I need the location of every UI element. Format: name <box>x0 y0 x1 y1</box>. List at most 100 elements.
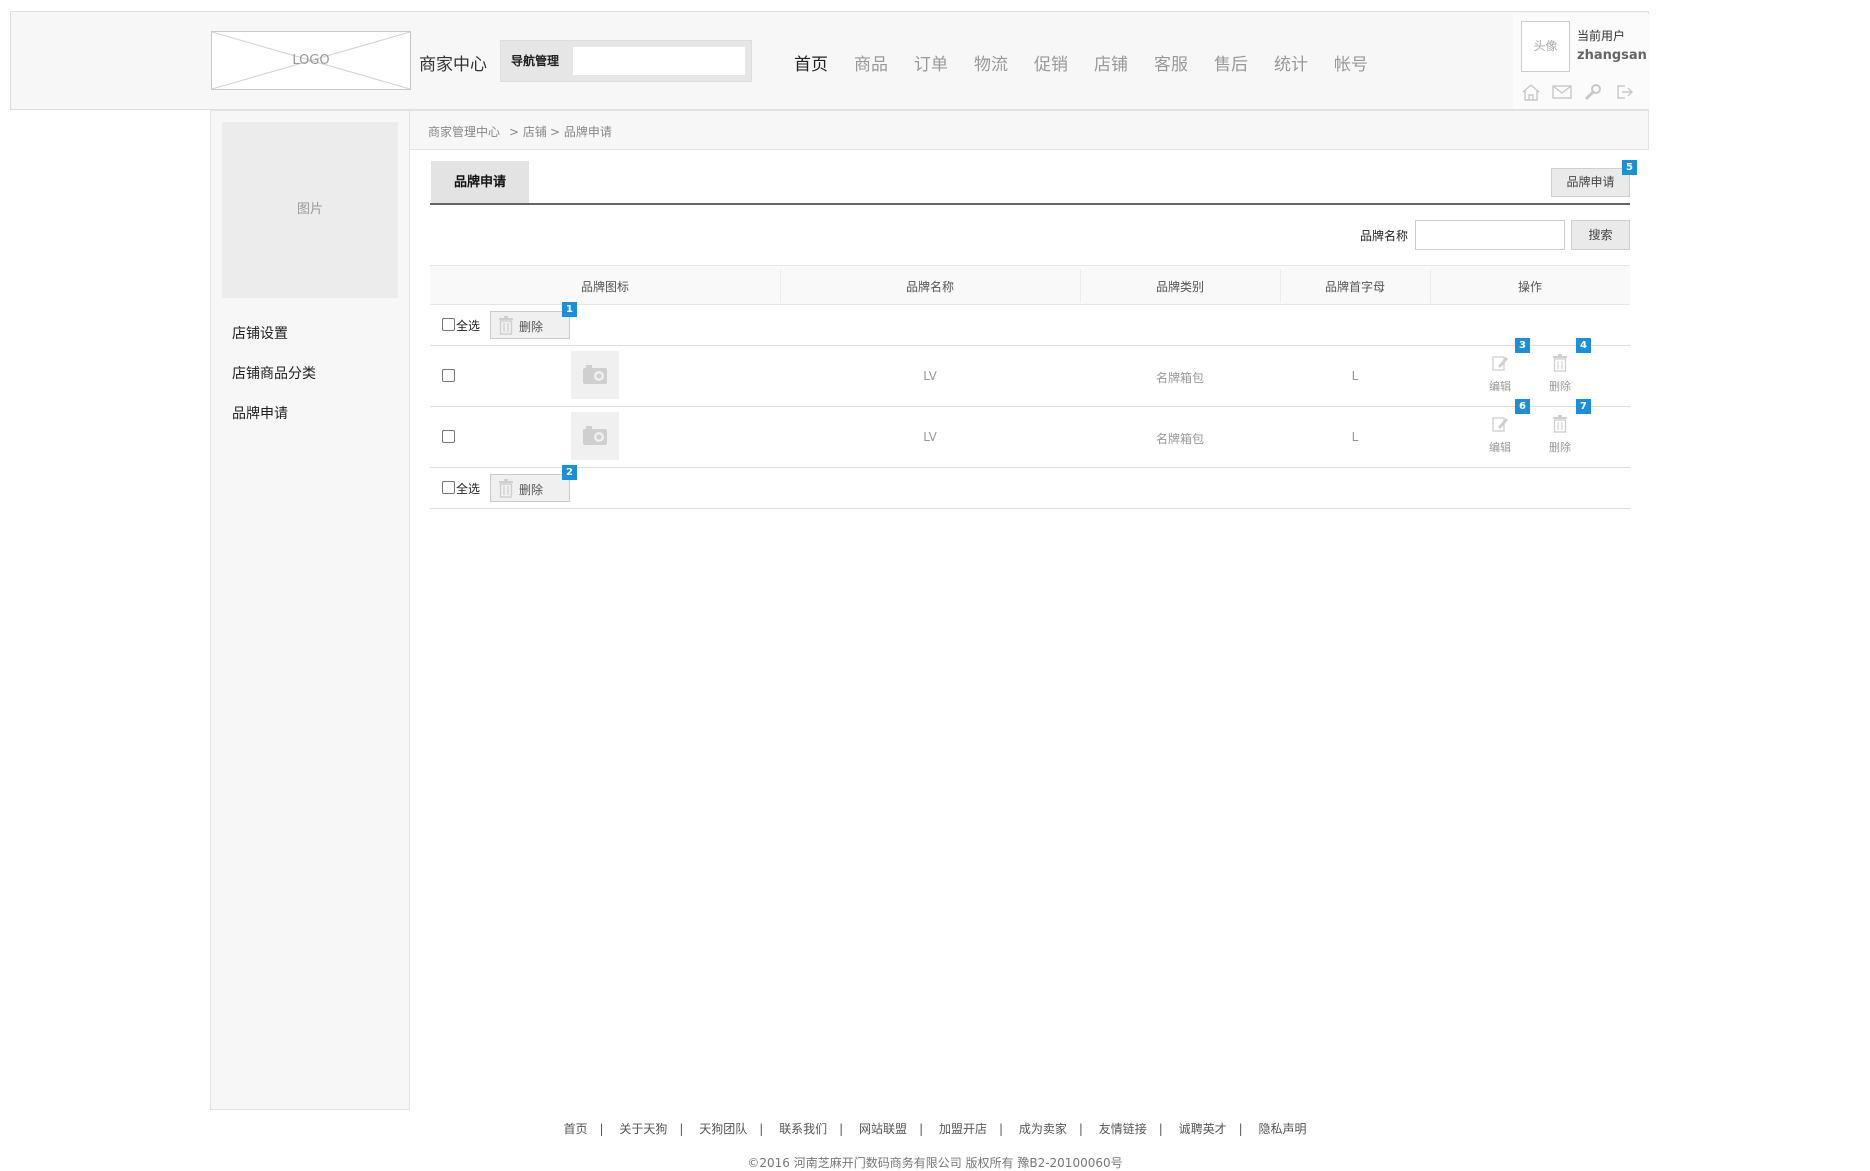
brand-name-cell: LV <box>923 369 937 383</box>
marker-4: 4 <box>1576 338 1591 353</box>
footer-link[interactable]: 友情链接 <box>1099 1122 1147 1136</box>
edit-button[interactable]: 编辑 <box>1480 415 1520 455</box>
delete-button[interactable]: 删除 <box>1540 354 1580 394</box>
breadcrumb: 商家管理中心 > 店铺 > 品牌申请 <box>410 110 1649 150</box>
tab-brand-apply[interactable]: 品牌申请 <box>431 161 529 204</box>
col-brand-name: 品牌名称 <box>905 280 955 294</box>
edit-button[interactable]: 编辑 <box>1480 354 1520 394</box>
trash-icon <box>1553 354 1567 372</box>
edit-label: 编辑 <box>1489 441 1511 454</box>
nav-goods[interactable]: 商品 <box>854 50 914 75</box>
footer-link[interactable]: 网站联盟 <box>859 1122 907 1136</box>
bulk-delete-label-bottom: 删除 <box>519 483 544 497</box>
col-separator <box>780 269 781 303</box>
footer-separator: | <box>679 1122 684 1136</box>
bulk-delete-label-top: 删除 <box>519 320 544 334</box>
trash-icon <box>1553 415 1567 433</box>
edit-icon <box>1492 356 1508 371</box>
camera-icon <box>583 426 607 445</box>
col-separator <box>1080 269 1081 303</box>
select-all-label-bottom: 全选 <box>456 482 481 496</box>
brand-initial-cell: L <box>1351 369 1359 383</box>
row-divider <box>430 406 1630 407</box>
user-icons <box>1520 82 1644 102</box>
tab-divider <box>430 203 1630 205</box>
brand-thumbnail[interactable] <box>571 351 619 399</box>
wrench-icon[interactable] <box>1582 82 1613 102</box>
sidebar-item-store-settings[interactable]: 店铺设置 <box>232 323 288 343</box>
col-brand-icon: 品牌图标 <box>580 280 630 294</box>
footer-separator: | <box>1078 1122 1083 1136</box>
nav-account[interactable]: 帐号 <box>1334 50 1394 75</box>
search-button[interactable]: 搜索 <box>1571 220 1630 250</box>
row-checkbox[interactable] <box>442 369 455 382</box>
footer-link[interactable]: 隐私声明 <box>1259 1122 1307 1136</box>
search-label: 品牌名称 <box>1360 229 1409 243</box>
footer-link[interactable]: 联系我们 <box>779 1122 827 1136</box>
edit-icon <box>1492 417 1508 432</box>
marker-2: 2 <box>562 465 577 480</box>
breadcrumb-current: > 品牌申请 <box>550 125 612 139</box>
username: zhangsan <box>1577 48 1647 63</box>
brand-apply-button[interactable]: 品牌申请 <box>1551 168 1630 197</box>
marker-3: 3 <box>1515 338 1530 353</box>
col-actions: 操作 <box>1517 280 1543 294</box>
home-icon[interactable] <box>1520 82 1551 102</box>
footer-link[interactable]: 成为卖家 <box>1019 1122 1067 1136</box>
col-separator <box>1280 269 1281 303</box>
bulk-delete-button-bottom[interactable]: 删除 <box>490 474 570 502</box>
footer-link[interactable]: 首页 <box>563 1122 587 1136</box>
brand-category-cell: 名牌箱包 <box>1155 432 1205 446</box>
mail-icon[interactable] <box>1551 82 1582 102</box>
top-header: LOGO 商家中心 导航管理 首页 商品 订单 物流 促销 店铺 客服 售后 统… <box>10 11 1650 110</box>
marker-6: 6 <box>1515 399 1530 414</box>
bulk-delete-button-top[interactable]: 删除 <box>490 311 570 339</box>
nav-promotion[interactable]: 促销 <box>1034 50 1094 75</box>
select-all-checkbox-bottom[interactable] <box>442 481 455 494</box>
logout-icon[interactable] <box>1613 82 1644 102</box>
nav-store[interactable]: 店铺 <box>1094 50 1154 75</box>
footer-link[interactable]: 关于天狗 <box>619 1122 667 1136</box>
row-divider <box>430 345 1630 346</box>
logo-text: LOGO <box>292 53 330 68</box>
nav-orders[interactable]: 订单 <box>914 50 974 75</box>
select-all-label-top: 全选 <box>456 319 481 333</box>
user-box: 头像 当前用户 zhangsan <box>1513 14 1650 109</box>
nav-home[interactable]: 首页 <box>794 50 854 75</box>
nav-aftersale[interactable]: 售后 <box>1214 50 1274 75</box>
footer-separator: | <box>919 1122 924 1136</box>
main-nav: 首页 商品 订单 物流 促销 店铺 客服 售后 统计 帐号 <box>794 50 1394 75</box>
sidebar-item-store-categories[interactable]: 店铺商品分类 <box>232 363 316 383</box>
breadcrumb-store[interactable]: > 店铺 <box>509 123 547 140</box>
marker-7: 7 <box>1576 399 1591 414</box>
edit-label: 编辑 <box>1489 380 1511 393</box>
footer-link[interactable]: 天狗团队 <box>699 1122 747 1136</box>
footer-separator: | <box>759 1122 764 1136</box>
camera-icon <box>583 365 607 384</box>
avatar[interactable]: 头像 <box>1521 21 1570 72</box>
select-all-checkbox-top[interactable] <box>442 318 455 331</box>
footer-separator: | <box>1238 1122 1243 1136</box>
footer-separator: | <box>599 1122 604 1136</box>
nav-logistics[interactable]: 物流 <box>974 50 1034 75</box>
brand-name-search-input[interactable] <box>1415 220 1565 250</box>
left-sidebar: 图片 店铺设置 店铺商品分类 品牌申请 <box>210 110 410 1110</box>
logo[interactable]: LOGO <box>211 31 411 90</box>
nav-service[interactable]: 客服 <box>1154 50 1214 75</box>
footer-links: 首页 | 关于天狗 | 天狗团队 | 联系我们 | 网站联盟 | 加盟开店 | 成为卖家 | … <box>0 1120 1870 1137</box>
delete-label: 删除 <box>1549 380 1571 393</box>
nav-statistics[interactable]: 统计 <box>1274 50 1334 75</box>
row-checkbox[interactable] <box>442 430 455 443</box>
brand-thumbnail[interactable] <box>571 412 619 460</box>
marker-1: 1 <box>562 302 577 317</box>
nav-management-input[interactable] <box>572 46 746 76</box>
nav-management: 导航管理 <box>500 40 752 82</box>
footer-link[interactable]: 加盟开店 <box>939 1122 987 1136</box>
sidebar-item-brand-apply[interactable]: 品牌申请 <box>232 403 288 423</box>
table-header: 品牌图标 品牌名称 品牌类别 品牌首字母 操作 <box>430 265 1630 305</box>
breadcrumb-root[interactable]: 商家管理中心 <box>428 123 500 140</box>
footer-separator: | <box>1158 1122 1163 1136</box>
footer-link[interactable]: 诚聘英才 <box>1179 1122 1227 1136</box>
marker-5: 5 <box>1622 160 1637 175</box>
delete-button[interactable]: 删除 <box>1540 415 1580 455</box>
